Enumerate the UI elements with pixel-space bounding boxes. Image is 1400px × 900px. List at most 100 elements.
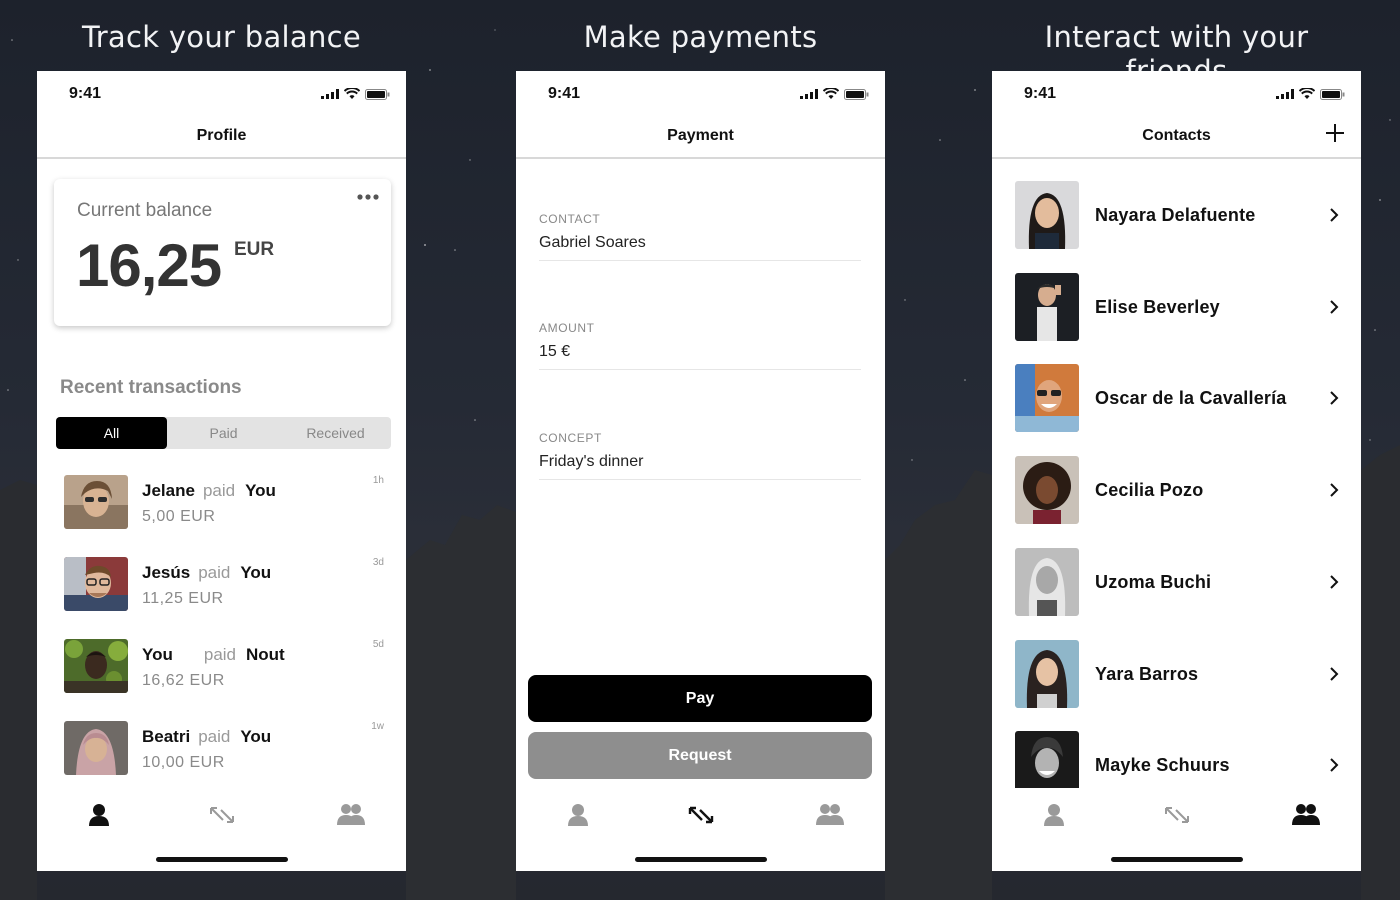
status-time: 9:41 <box>548 85 581 102</box>
transaction-verb: paid <box>198 563 231 582</box>
transaction-row[interactable]: Jelane paid You 5,00 EUR 1h <box>64 475 384 535</box>
transaction-to: You <box>240 727 272 746</box>
transaction-from: Jesús <box>142 563 191 582</box>
tab-bar <box>992 788 1361 871</box>
people-icon[interactable] <box>1291 802 1321 828</box>
chevron-right-icon <box>1330 391 1339 405</box>
amount-field[interactable]: AMOUNT 15 € <box>539 321 861 370</box>
transaction-to: Nout <box>246 645 285 664</box>
chevron-right-icon <box>1330 300 1339 314</box>
wifi-icon <box>823 88 839 99</box>
transaction-description: Beatri paid You <box>142 727 271 747</box>
filter-all[interactable]: All <box>56 417 167 449</box>
avatar <box>1015 181 1079 249</box>
wifi-icon <box>1299 88 1315 99</box>
avatar <box>1015 364 1079 432</box>
contact-name: Yara Barros <box>1095 664 1199 684</box>
transaction-description: Jesús paid You <box>142 563 271 583</box>
status-bar: 9:41 <box>992 71 1361 117</box>
filter-paid[interactable]: Paid <box>168 417 279 449</box>
transaction-amount: 5,00 EUR <box>142 508 216 525</box>
contact-item[interactable]: Uzoma Buchi <box>1015 548 1345 616</box>
transaction-from: You <box>142 645 173 664</box>
chevron-right-icon <box>1330 758 1339 772</box>
transaction-to: You <box>240 563 272 582</box>
contact-item[interactable]: Oscar de la Cavallería <box>1015 364 1345 432</box>
request-button[interactable]: Request <box>528 732 872 779</box>
navigation-bar: Contacts <box>992 117 1361 159</box>
transaction-amount: 11,25 EUR <box>142 590 224 607</box>
contact-name: Oscar de la Cavallería <box>1095 388 1287 408</box>
amount-label: AMOUNT <box>539 321 595 335</box>
concept-input[interactable]: Friday's dinner <box>539 453 861 480</box>
status-icons <box>800 88 869 100</box>
contact-item[interactable]: Nayara Delafuente <box>1015 181 1345 249</box>
signal-icon <box>321 89 339 99</box>
transaction-filter: All Paid Received <box>56 417 391 449</box>
balance-amount: 16,25 <box>76 232 222 299</box>
navigation-bar: Payment <box>516 117 885 159</box>
transaction-description: You paid Nout <box>142 645 285 665</box>
avatar <box>1015 548 1079 616</box>
person-icon[interactable] <box>84 802 114 828</box>
avatar <box>64 639 128 693</box>
status-bar: 9:41 <box>516 71 885 117</box>
transaction-verb: paid <box>202 481 236 500</box>
avatar <box>64 557 128 611</box>
recent-transactions-title: Recent transactions <box>60 377 242 398</box>
tab-bar <box>516 788 885 871</box>
people-icon[interactable] <box>815 802 845 828</box>
payment-screen: 9:41 Payment CONTACT Gabriel Soares AMOU… <box>516 71 885 871</box>
caption-interact-friends: Interact with your friends <box>1044 20 1309 88</box>
amount-input[interactable]: 15 € <box>539 343 861 370</box>
transfer-arrows-icon[interactable] <box>1162 802 1192 828</box>
contact-name: Elise Beverley <box>1095 297 1220 317</box>
avatar <box>64 475 128 529</box>
pay-button[interactable]: Pay <box>528 675 872 722</box>
transfer-arrows-icon[interactable] <box>207 802 237 828</box>
contact-label: CONTACT <box>539 212 601 226</box>
battery-icon <box>365 88 390 100</box>
plus-icon[interactable] <box>1323 121 1347 145</box>
transaction-row[interactable]: You paid Nout 16,62 EUR 5d <box>64 639 384 699</box>
transfer-arrows-icon[interactable] <box>686 802 716 828</box>
status-bar: 9:41 <box>37 71 406 117</box>
contact-item[interactable]: Yara Barros <box>1015 640 1345 708</box>
person-icon[interactable] <box>1039 802 1069 828</box>
avatar <box>1015 640 1079 708</box>
contact-name: Cecilia Pozo <box>1095 480 1204 500</box>
transaction-time: 5d <box>372 639 384 650</box>
balance-card: Current balance 16,25 EUR <box>54 179 391 326</box>
people-icon[interactable] <box>336 802 366 828</box>
tab-bar <box>37 788 406 871</box>
avatar <box>1015 273 1079 341</box>
transaction-from: Beatri <box>142 727 191 746</box>
home-indicator <box>635 857 767 862</box>
contacts-screen: 9:41 Contacts Nayara Delafuente Elise Be… <box>992 71 1361 871</box>
contact-name: Mayke Schuurs <box>1095 755 1230 775</box>
ellipsis-icon[interactable] <box>357 193 379 201</box>
chevron-right-icon <box>1330 208 1339 222</box>
page-title: Profile <box>196 127 247 144</box>
transaction-row[interactable]: Beatri paid You 10,00 EUR 1w <box>64 721 384 781</box>
transaction-row[interactable]: Jesús paid You 11,25 EUR 3d <box>64 557 384 617</box>
transaction-to: You <box>245 481 276 500</box>
concept-field[interactable]: CONCEPT Friday's dinner <box>539 431 861 480</box>
page-title: Contacts <box>1142 127 1211 144</box>
contact-field[interactable]: CONTACT Gabriel Soares <box>539 212 861 261</box>
contact-input[interactable]: Gabriel Soares <box>539 234 861 261</box>
status-time: 9:41 <box>69 85 102 102</box>
home-indicator <box>156 857 288 862</box>
avatar <box>64 721 128 775</box>
transaction-amount: 10,00 EUR <box>142 754 225 771</box>
battery-icon <box>1320 88 1345 100</box>
chevron-right-icon <box>1330 667 1339 681</box>
profile-screen: 9:41 Profile Current balance 16,25 EUR R… <box>37 71 406 871</box>
balance-label: Current balance <box>77 200 213 221</box>
person-icon[interactable] <box>563 802 593 828</box>
page-title: Payment <box>667 127 734 144</box>
contact-item[interactable]: Elise Beverley <box>1015 273 1345 341</box>
filter-received[interactable]: Received <box>280 417 391 449</box>
contact-item[interactable]: Cecilia Pozo <box>1015 456 1345 524</box>
balance-currency: EUR <box>234 239 275 260</box>
